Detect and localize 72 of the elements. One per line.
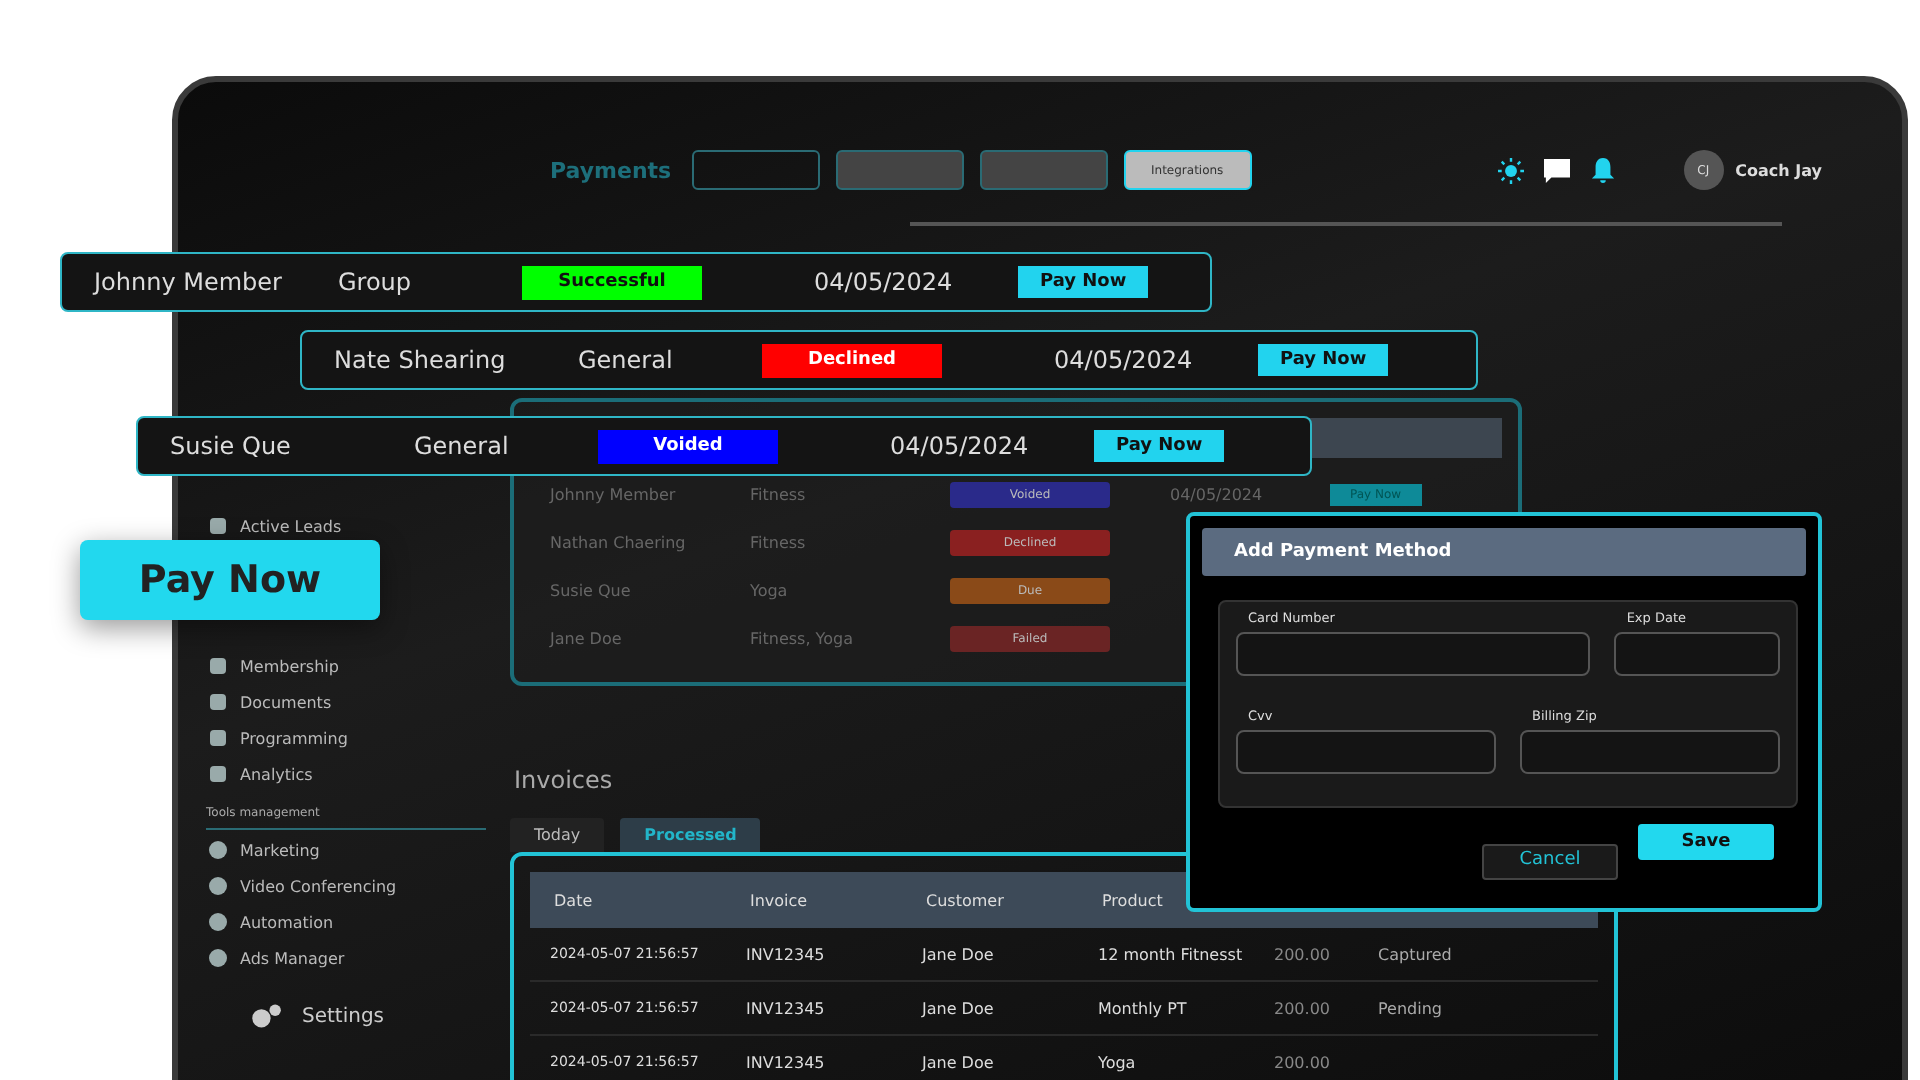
customer-name: Johnny Member	[94, 268, 284, 296]
cancel-button[interactable]: Cancel	[1482, 844, 1618, 880]
table-cell-text: 04/05/2024	[1170, 485, 1265, 503]
sidebar-item[interactable]: Analytics	[206, 762, 498, 786]
sidebar-item[interactable]: Marketing	[206, 838, 498, 862]
tab-button[interactable]	[691, 150, 820, 190]
table-cell-text: Nathan Chaering	[548, 533, 688, 551]
table-cell-text: INV12345	[746, 945, 827, 963]
table-cell-text: 200.00	[1274, 999, 1332, 1017]
table-cell-text: 12 month Fitnesst	[1098, 945, 1245, 963]
table-cell-text: INV12345	[746, 999, 827, 1017]
status-badge: Declined	[762, 343, 942, 377]
save-button[interactable]: Save	[1638, 824, 1774, 860]
tab-button[interactable]	[835, 150, 964, 190]
customer-name: Nate Shearing	[334, 346, 508, 374]
sidebar-item[interactable]: Programming	[206, 726, 498, 750]
user-name: Coach Jay	[1735, 161, 1822, 179]
table-cell-text: Jane Doe	[922, 1053, 996, 1071]
section-title: Invoices	[514, 766, 613, 794]
table-cell-text: Jane Doe	[922, 945, 996, 963]
page-title: Payments	[550, 157, 672, 183]
tab[interactable]: Today	[510, 818, 605, 852]
column-header: Product	[1102, 891, 1165, 909]
table-cell-text: 200.00	[1274, 1053, 1332, 1071]
table-cell-text: Fitness	[750, 485, 808, 503]
column-header: Invoice	[750, 891, 810, 909]
table-cell-text: Jane Doe	[547, 629, 624, 647]
status-badge: Voided	[598, 429, 778, 463]
input-field[interactable]	[1520, 730, 1780, 774]
table-cell-text: Susie Que	[548, 581, 633, 599]
input-field[interactable]	[1236, 632, 1591, 676]
plan-type: General	[578, 346, 675, 374]
plan-type: General	[414, 432, 511, 460]
pay-now-button[interactable]: Pay Now	[1018, 266, 1149, 298]
sidebar-item[interactable]: Documents	[206, 690, 498, 714]
pay-now-button[interactable]: Pay Now	[1258, 344, 1389, 376]
table-cell-text: Captured	[1378, 945, 1454, 963]
payment-date: 04/05/2024	[814, 268, 955, 296]
input-field[interactable]	[1236, 730, 1496, 774]
table-cell-text: Yoga	[1098, 1053, 1138, 1071]
plan-type: Group	[338, 268, 414, 296]
status-badge: Successful	[522, 265, 702, 299]
pay-now-button[interactable]: Pay Now	[1094, 430, 1225, 462]
tab[interactable]: Processed	[620, 818, 761, 852]
payment-date: 04/05/2024	[1054, 346, 1195, 374]
column-header: Customer	[926, 891, 1006, 909]
sidebar-item[interactable]: Membership	[206, 654, 498, 678]
tab-button[interactable]	[979, 150, 1108, 190]
pay-now-button[interactable]: Pay Now	[80, 540, 380, 620]
sidebar-item[interactable]: Video Conferencing	[206, 874, 498, 898]
table-cell-text: Fitness, Yoga	[750, 629, 855, 647]
sidebar-item[interactable]: Active Leads	[206, 514, 498, 538]
column-header: Date	[554, 891, 595, 909]
table-cell-text: Fitness	[750, 533, 808, 551]
sun-icon	[1497, 157, 1524, 183]
table-cell-text: Johnny Member	[547, 485, 678, 503]
sidebar-item[interactable]: Ads Manager	[206, 946, 498, 970]
customer-name: Susie Que	[170, 432, 293, 460]
table-cell-text: 200.00	[1274, 945, 1332, 963]
settings-icon	[250, 1002, 282, 1030]
bell-icon[interactable]	[1589, 157, 1616, 183]
input-field[interactable]	[1614, 632, 1780, 676]
dialog-title: Add Payment Method	[1202, 528, 1806, 576]
settings-link[interactable]: Settings	[250, 1002, 498, 1030]
table-cell-text: INV12345	[746, 1053, 827, 1071]
table-cell-text: Pending	[1378, 999, 1444, 1017]
sidebar-item[interactable]: Automation	[206, 910, 498, 934]
table-cell-text: Jane Doe	[922, 999, 996, 1017]
table-cell-text: Monthly PT	[1098, 999, 1189, 1017]
chat-icon[interactable]	[1543, 157, 1570, 183]
payment-date: 04/05/2024	[890, 432, 1031, 460]
table-cell-text: Yoga	[750, 581, 790, 599]
